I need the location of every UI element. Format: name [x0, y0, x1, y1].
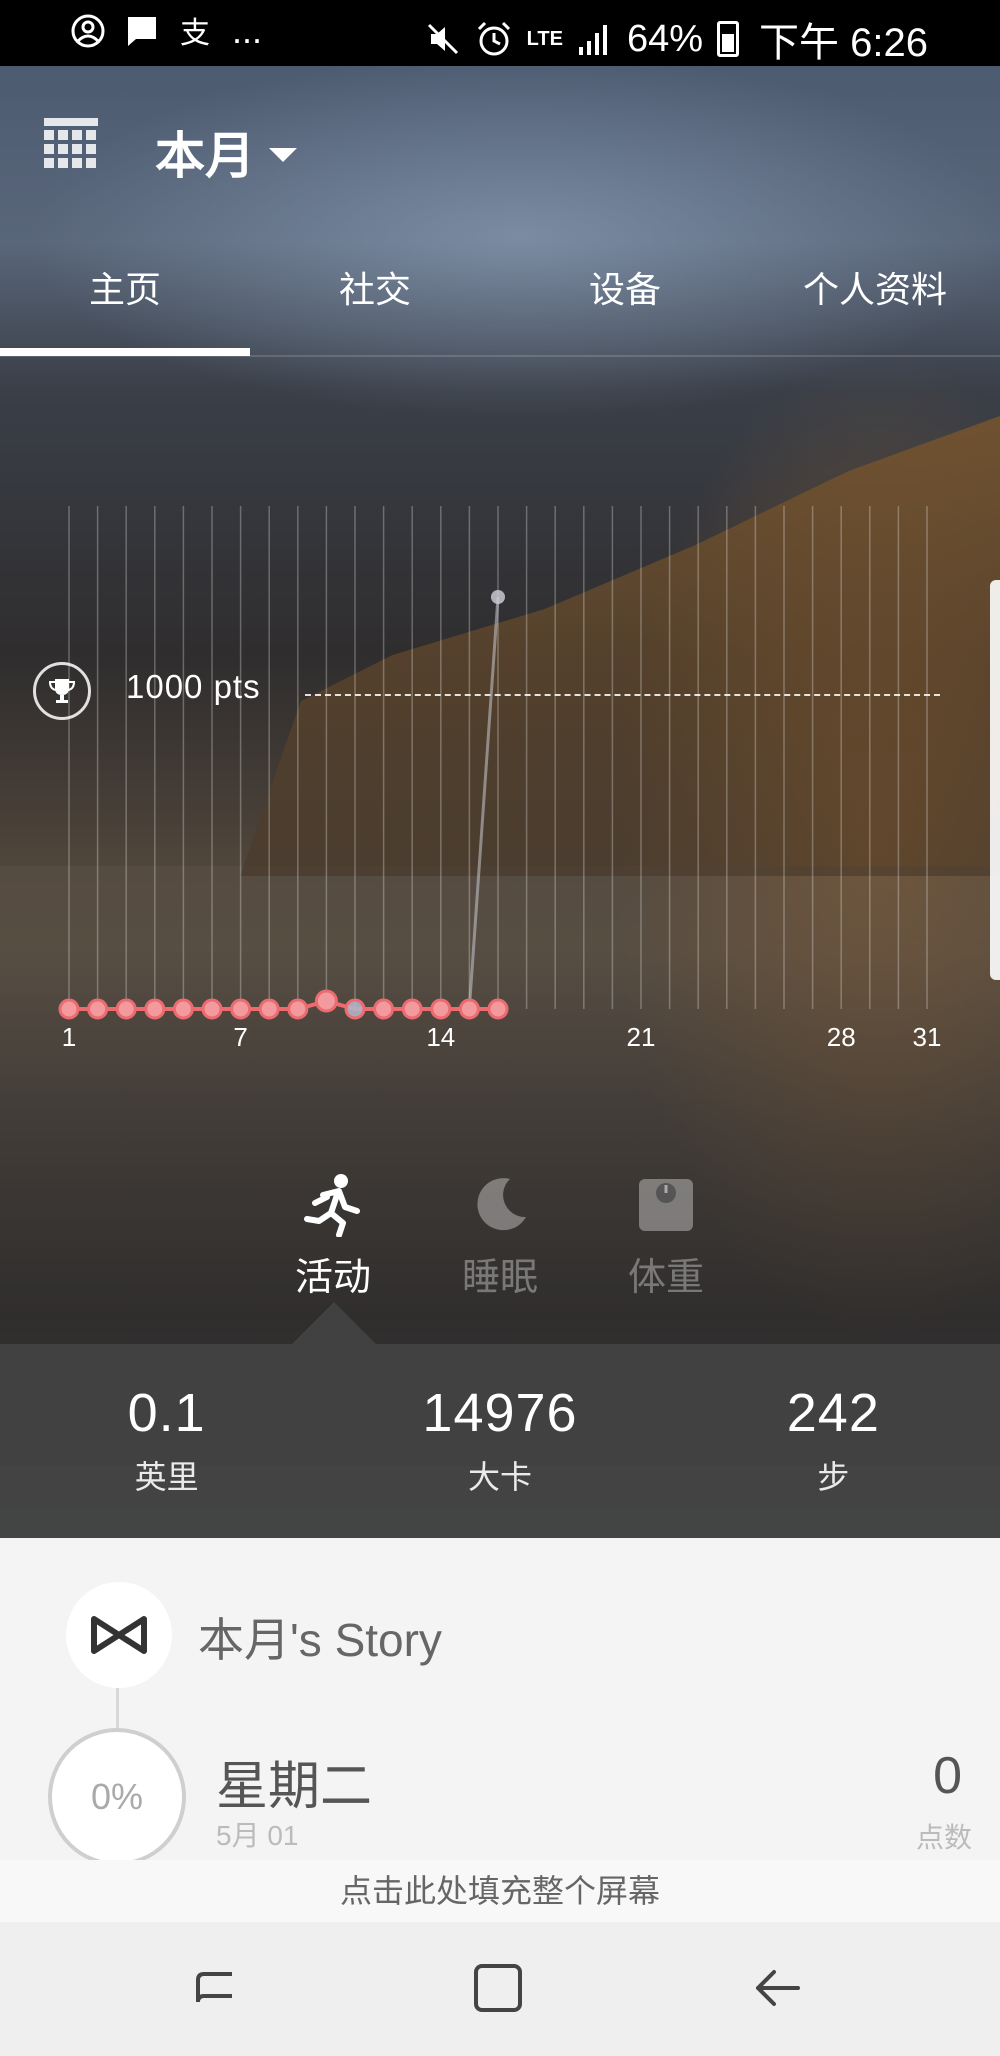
- signal-icon: [578, 25, 607, 55]
- day-point[interactable]: [314, 989, 338, 1013]
- progress-circle[interactable]: 0%: [48, 1728, 186, 1866]
- points-label: 点数: [915, 1822, 972, 1853]
- back-icon[interactable]: [748, 1958, 808, 2018]
- day-point[interactable]: [172, 998, 194, 1020]
- mode-label-activity: 活动: [294, 1257, 371, 1299]
- clock: 下午 6:26: [759, 21, 928, 65]
- day-point[interactable]: [373, 998, 395, 1020]
- message-icon: [128, 17, 156, 46]
- day-point[interactable]: [401, 998, 423, 1020]
- day-point[interactable]: [230, 998, 252, 1020]
- recent-apps-icon[interactable]: [188, 1958, 248, 2018]
- stat-steps-value: 242: [786, 1383, 880, 1443]
- battery-icon: [717, 21, 740, 57]
- mute-icon: [427, 23, 458, 55]
- alarm-icon: [477, 21, 510, 56]
- stats-band: 0.1 英里 14976 大卡 242 步: [0, 1344, 1000, 1538]
- stat-steps-unit: 步: [817, 1459, 850, 1495]
- stat-distance: 0.1 英里: [0, 1344, 333, 1538]
- stat-calories: 14976 大卡: [333, 1344, 666, 1538]
- moon-icon: [477, 1178, 526, 1231]
- day-point[interactable]: [144, 998, 166, 1020]
- running-icon: [304, 1174, 360, 1237]
- misfit-logo-icon: [66, 1582, 172, 1688]
- stat-distance-value: 0.1: [127, 1383, 206, 1443]
- stat-calories-value: 14976: [422, 1383, 578, 1443]
- fill-screen-hint[interactable]: 点击此处填充整个屏幕: [0, 1860, 1000, 1922]
- x-tick-label: 31: [913, 1022, 942, 1052]
- mode-selector: 活动 睡眠 体重: [0, 1170, 1000, 1340]
- day-point[interactable]: [258, 998, 280, 1020]
- x-tick-label: 28: [827, 1022, 856, 1052]
- day-point[interactable]: [201, 998, 223, 1020]
- x-tick-label: 1: [62, 1022, 76, 1052]
- mode-label-weight: 体重: [627, 1257, 704, 1299]
- mode-sleep[interactable]: 睡眠: [425, 1170, 575, 1301]
- day-point[interactable]: [430, 998, 452, 1020]
- lte-label: LTE: [526, 27, 563, 50]
- system-nav-bar: [0, 1922, 1000, 2056]
- day-date: 5月 01: [216, 1820, 299, 1851]
- mode-label-sleep: 睡眠: [461, 1257, 538, 1299]
- story-panel: 本月's Story 0% 星期二 5月 01 0 点数: [0, 1538, 1000, 1866]
- day-point[interactable]: [87, 998, 109, 1020]
- day-point[interactable]: [487, 998, 509, 1020]
- mode-pointer: [292, 1302, 376, 1344]
- chart-plot: 1 7 14 21 28 31: [58, 506, 942, 1052]
- status-more: ...: [232, 10, 263, 51]
- battery-percent: 64%: [626, 17, 704, 60]
- day-point[interactable]: [58, 998, 80, 1020]
- activity-chart: 1000 pts 1 7 14 21 28 31: [0, 66, 1000, 1066]
- day-name[interactable]: 星期二: [216, 1744, 372, 1819]
- x-tick-label: 21: [627, 1022, 656, 1052]
- account-circle-icon: [71, 14, 105, 48]
- day-point[interactable]: [287, 998, 309, 1020]
- status-bar: 支 ... LTE 64% 下午 6:26: [0, 0, 1000, 66]
- x-tick-label: 7: [233, 1022, 247, 1052]
- day-point[interactable]: [344, 998, 366, 1020]
- x-tick-label: 14: [426, 1022, 455, 1052]
- svg-text:支: 支: [180, 16, 210, 49]
- scale-icon: [639, 1179, 693, 1231]
- points-value: 0: [933, 1747, 962, 1805]
- day-point[interactable]: [458, 998, 480, 1020]
- home-icon[interactable]: [468, 1958, 528, 2018]
- story-title: 本月's Story: [198, 1614, 442, 1666]
- current-day-marker: [491, 590, 505, 604]
- alipay-icon: 支: [180, 16, 210, 49]
- stat-steps: 242 步: [667, 1344, 1000, 1538]
- progress-percent: 0%: [90, 1776, 144, 1817]
- current-day-line: [468, 596, 500, 1000]
- mode-weight[interactable]: 体重: [591, 1170, 741, 1301]
- stat-distance-unit: 英里: [134, 1459, 199, 1495]
- mode-activity[interactable]: 活动: [258, 1170, 408, 1301]
- day-point[interactable]: [115, 998, 137, 1020]
- stat-calories-unit: 大卡: [467, 1459, 532, 1495]
